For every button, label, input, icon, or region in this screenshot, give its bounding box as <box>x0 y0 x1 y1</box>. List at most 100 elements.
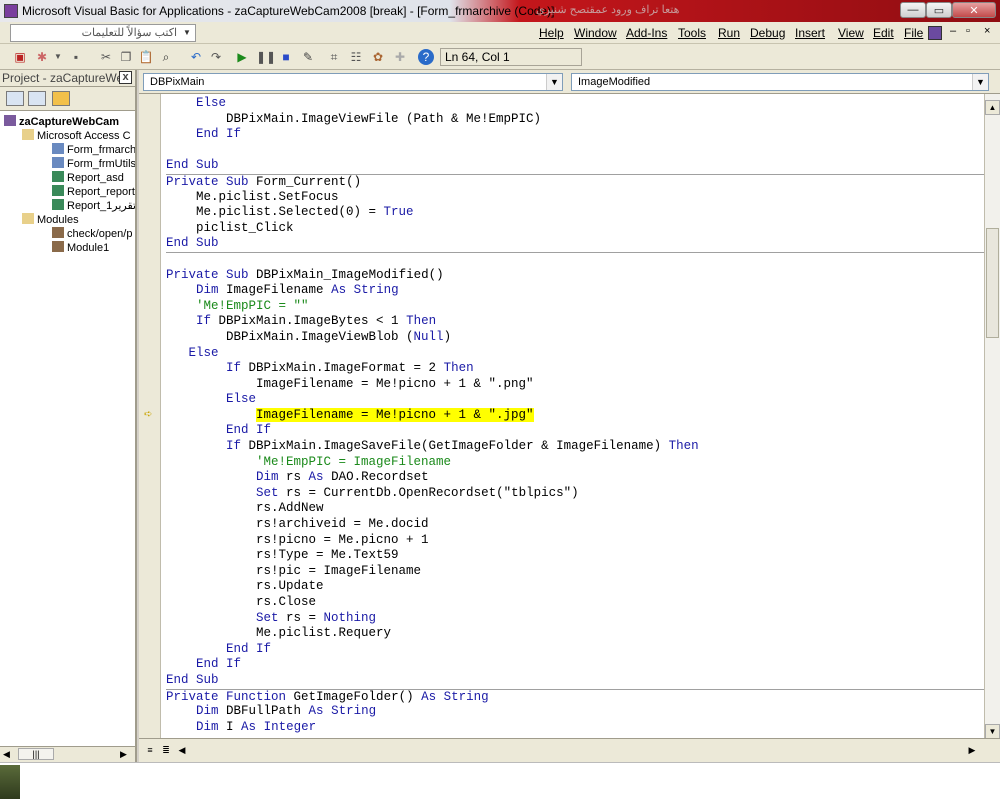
toggle-folders-button[interactable] <box>52 91 70 106</box>
code-line[interactable]: 'Me!EmpPIC = ImageFilename <box>166 455 984 471</box>
code-line[interactable]: End If <box>166 657 984 673</box>
code-line[interactable]: Else <box>166 96 984 112</box>
full-module-view-icon[interactable]: ≣ <box>159 743 173 757</box>
scroll-thumb[interactable]: ||| <box>18 748 54 760</box>
menu-edit[interactable]: Edit <box>873 26 894 40</box>
menu-help[interactable]: Help <box>539 26 564 40</box>
code-line[interactable]: rs.AddNew <box>166 501 984 517</box>
help-icon[interactable]: ? <box>418 49 434 65</box>
code-line[interactable]: Set rs = Nothing <box>166 611 984 627</box>
view-object-button[interactable] <box>28 91 46 106</box>
copy-icon[interactable]: ❐ <box>118 49 134 65</box>
code-line[interactable] <box>166 143 984 159</box>
code-line[interactable]: rs!picno = Me.picno + 1 <box>166 533 984 549</box>
code-line[interactable] <box>166 251 984 268</box>
object-combo[interactable]: DBPixMain ▼ <box>143 73 563 91</box>
code-vscrollbar[interactable]: ▲ ▼ <box>984 94 1000 739</box>
mdi-close-button[interactable]: × <box>984 25 990 37</box>
minimize-button[interactable]: — <box>900 2 926 18</box>
toolbox-icon[interactable]: ✚ <box>392 49 408 65</box>
properties-icon[interactable]: ☷ <box>348 49 364 65</box>
project-hscrollbar[interactable]: ◀ ||| ▶ <box>0 746 135 762</box>
scroll-down-icon[interactable]: ▼ <box>985 724 1000 739</box>
code-line[interactable]: Dim I As Integer <box>166 720 984 736</box>
chevron-down-icon[interactable]: ▼ <box>50 49 66 65</box>
code-hscrollbar[interactable]: ≡ ≣ ◀ ▶ <box>139 738 1000 762</box>
tree-node-form-frmarchive[interactable]: Form_frmarch <box>52 143 135 157</box>
code-line[interactable]: If DBPixMain.ImageSaveFile(GetImageFolde… <box>166 439 984 455</box>
code-line[interactable]: End If <box>166 423 984 439</box>
code-line[interactable]: ImageFilename = Me!picno + 1 & ".jpg" <box>166 407 984 424</box>
tree-node-module1[interactable]: Module1 <box>52 241 109 255</box>
code-line[interactable]: rs!Type = Me.Text59 <box>166 548 984 564</box>
code-line[interactable]: Set rs = CurrentDb.OpenRecordset("tblpic… <box>166 486 984 502</box>
view-code-button[interactable] <box>6 91 24 106</box>
code-line[interactable]: Me.piclist.Requery <box>166 626 984 642</box>
view-access-icon[interactable]: ▣ <box>12 49 28 65</box>
find-icon[interactable]: ⌕ <box>158 49 174 65</box>
redo-icon[interactable]: ↷ <box>208 49 224 65</box>
code-line[interactable]: rs.Update <box>166 579 984 595</box>
mdi-restore-button[interactable]: ▫ <box>966 25 970 37</box>
tree-node-report-asd[interactable]: Report_asd <box>52 171 124 185</box>
code-line[interactable]: 'Me!EmpPIC = "" <box>166 299 984 315</box>
tree-node-check-open[interactable]: check/open/p <box>52 227 132 241</box>
code-line[interactable]: rs.Close <box>166 595 984 611</box>
code-line[interactable]: ImageFilename = Me!picno + 1 & ".png" <box>166 377 984 393</box>
paste-icon[interactable]: 📋 <box>138 49 154 65</box>
insert-module-icon[interactable]: ✱ <box>34 49 50 65</box>
menu-view[interactable]: View <box>838 26 864 40</box>
code-line[interactable]: Me.piclist.Selected(0) = True <box>166 205 984 221</box>
code-line[interactable]: rs!archiveid = Me.docid <box>166 517 984 533</box>
menu-debug[interactable]: Debug <box>750 26 785 40</box>
code-line[interactable]: Private Function GetImageFolder() As Str… <box>166 688 984 705</box>
code-lines[interactable]: Else DBPixMain.ImageViewFile (Path & Me!… <box>166 96 984 735</box>
chevron-down-icon[interactable]: ▼ <box>546 74 562 90</box>
tree-node-project[interactable]: zaCaptureWebCam <box>4 115 119 129</box>
code-line[interactable]: Me.piclist.SetFocus <box>166 190 984 206</box>
menu-run[interactable]: Run <box>718 26 740 40</box>
chevron-down-icon[interactable]: ▼ <box>180 26 194 40</box>
taskbar-app-icon[interactable] <box>0 765 20 799</box>
code-line[interactable]: DBPixMain.ImageViewFile (Path & Me!EmpPI… <box>166 112 984 128</box>
code-area[interactable]: ➪ Else DBPixMain.ImageViewFile (Path & M… <box>139 94 984 738</box>
code-line[interactable]: Dim rs As DAO.Recordset <box>166 470 984 486</box>
procedure-combo[interactable]: ImageModified ▼ <box>571 73 989 91</box>
scroll-right-icon[interactable]: ▶ <box>965 743 979 757</box>
code-line[interactable]: If DBPixMain.ImageBytes < 1 Then <box>166 314 984 330</box>
code-line[interactable]: End Sub <box>166 236 984 252</box>
reset-icon[interactable]: ■ <box>278 49 294 65</box>
ask-question-input[interactable]: اكتب سؤالاً للتعليمات ▼ <box>10 24 196 42</box>
scroll-up-icon[interactable]: ▲ <box>985 100 1000 115</box>
code-line[interactable]: End If <box>166 127 984 143</box>
code-line[interactable]: Dim ImageFilename As String <box>166 283 984 299</box>
scroll-left-icon[interactable]: ◀ <box>3 749 10 760</box>
save-icon[interactable]: ▪ <box>68 49 84 65</box>
menu-add-ins[interactable]: Add-Ins <box>626 26 667 40</box>
code-line[interactable]: Dim DBFullPath As String <box>166 704 984 720</box>
mdi-minimize-button[interactable]: – <box>950 25 956 37</box>
code-line[interactable]: Private Sub DBPixMain_ImageModified() <box>166 268 984 284</box>
code-line[interactable]: DBPixMain.ImageViewBlob (Null) <box>166 330 984 346</box>
code-line[interactable]: Else <box>166 346 984 362</box>
code-line[interactable]: End If <box>166 642 984 658</box>
menu-insert[interactable]: Insert <box>795 26 825 40</box>
undo-icon[interactable]: ↶ <box>188 49 204 65</box>
procedure-view-icon[interactable]: ≡ <box>143 743 157 757</box>
break-icon[interactable]: ❚❚ <box>256 49 276 65</box>
code-line[interactable]: rs!pic = ImageFilename <box>166 564 984 580</box>
code-line[interactable]: End Sub <box>166 158 984 174</box>
menu-tools[interactable]: Tools <box>678 26 706 40</box>
scroll-right-icon[interactable]: ▶ <box>120 749 127 760</box>
code-line[interactable]: Else <box>166 392 984 408</box>
maximize-button[interactable]: ▭ <box>926 2 952 18</box>
code-line[interactable]: Private Sub Form_Current() <box>166 173 984 190</box>
run-icon[interactable]: ▶ <box>234 49 250 65</box>
scroll-left-icon[interactable]: ◀ <box>175 743 189 757</box>
close-button[interactable]: ✕ <box>952 2 996 18</box>
object-browser-icon[interactable]: ✿ <box>370 49 386 65</box>
tree-node-report-report[interactable]: Report_report <box>52 185 135 199</box>
scroll-thumb[interactable] <box>986 228 999 338</box>
chevron-down-icon[interactable]: ▼ <box>972 74 988 90</box>
tree-node-modules[interactable]: Modules <box>22 213 79 227</box>
